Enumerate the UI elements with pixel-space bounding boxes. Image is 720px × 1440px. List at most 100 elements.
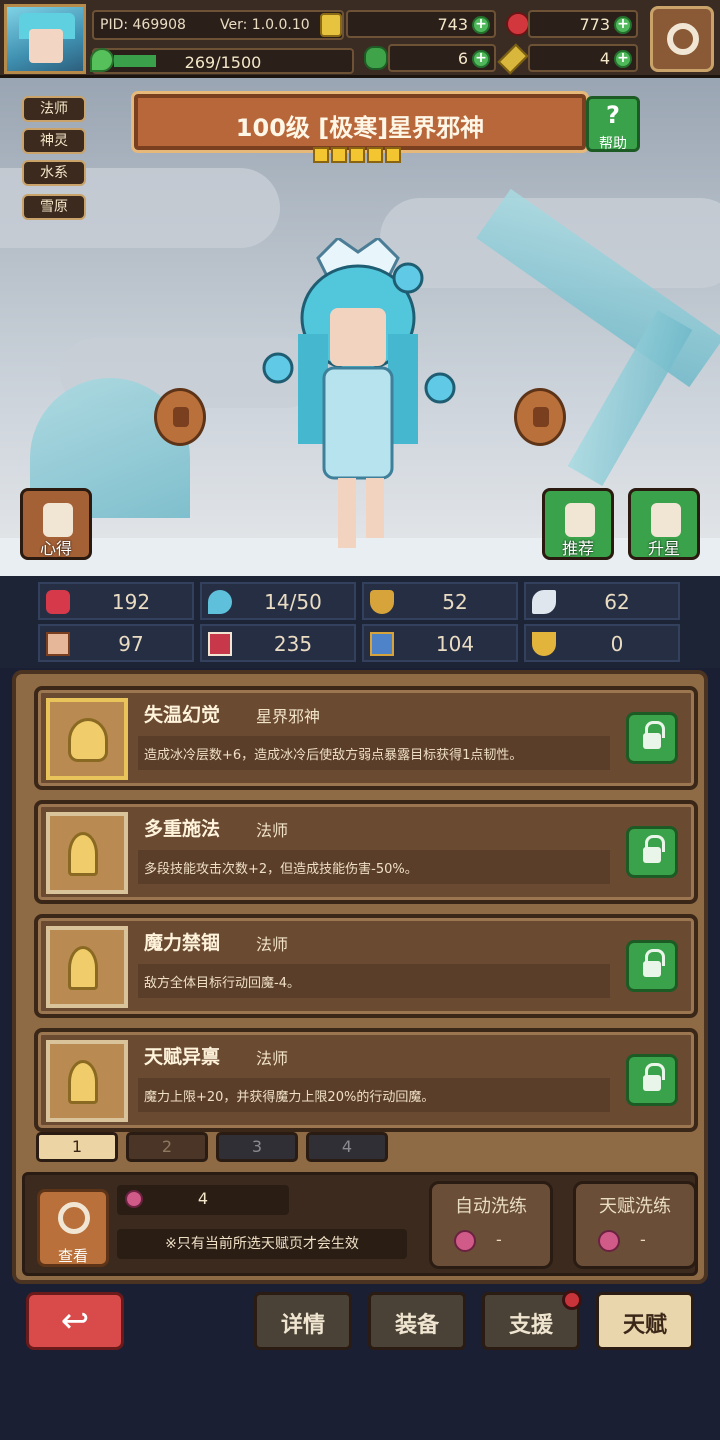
gear-icon [667,23,699,55]
talent-card[interactable]: 失温幻觉 星界邪神 造成冰冷层数+6，造成冰冷后使敌方弱点暴露目标获得1点韧性。 [34,686,698,790]
nav-equipment-button[interactable]: 装备 [368,1292,466,1350]
lock-toggle-button[interactable] [626,712,678,764]
nav-equipment-label: 装备 [394,1313,439,1338]
talent-wash-cost: - [640,1230,646,1249]
player-avatar[interactable] [4,4,86,74]
player-id: PID: 469908 [100,17,186,33]
magnifier-icon [58,1202,90,1234]
star-up-button[interactable]: 升星 [628,488,700,560]
notification-dot [562,1290,582,1310]
nav-talent-button[interactable]: 天赋 [596,1292,694,1350]
stat-hp: 192 [38,582,194,620]
recommend-label: 推荐 [561,539,594,558]
view-button[interactable]: 查看 [37,1189,109,1267]
talent-class: 法师 [256,821,289,840]
key-counter: 4 + [528,44,638,72]
talent-description: 敌方全体目标行动回魔-4。 [138,964,610,998]
auto-wash-button[interactable]: 自动洗练 - [429,1181,553,1269]
settings-button[interactable] [650,6,714,72]
page-tab-2[interactable]: 2 [126,1132,208,1162]
talent-panel: 失温幻觉 星界邪神 造成冰冷层数+6，造成冰冷后使敌方弱点暴露目标获得1点韧性。… [12,670,708,1284]
hero-title-banner: 100级 [极寒]星界邪神 [131,91,589,153]
star-talent-icon [68,718,108,762]
stat-value: 52 [442,590,468,614]
lock-toggle-button[interactable] [626,1054,678,1106]
stat-value: 235 [273,632,313,656]
star-icon [313,147,329,163]
wing-icon [532,590,556,614]
stat-value: 192 [111,590,151,614]
stat-value: 104 [435,632,475,656]
tag-water: 水系 [22,160,86,186]
prev-hero-button[interactable] [154,388,206,446]
stat-value: 0 [610,632,624,656]
back-button[interactable] [26,1292,124,1350]
talent-wash-label: 天赋洗练 [599,1196,671,1217]
lock-toggle-button[interactable] [626,940,678,992]
star-icon [331,147,347,163]
fruit-count: 4 [197,1189,209,1208]
help-label: 帮助 [599,136,627,152]
gem-counter: 773 + [528,10,638,38]
insights-button[interactable]: 心得 [20,488,92,560]
scroll-icon [43,503,73,537]
talent-description: 造成冰冷层数+6，造成冰冷后使敌方弱点暴露目标获得1点韧性。 [138,736,610,770]
page-tab-3[interactable]: 3 [216,1132,298,1162]
auto-wash-label: 自动洗练 [455,1196,527,1217]
talent-card[interactable]: 魔力禁锢 法师 敌方全体目标行动回魔-4。 [34,914,698,1018]
gold-value: 743 [437,15,468,34]
hero-star-rating [313,147,403,167]
recommend-button[interactable]: 推荐 [542,488,614,560]
talent-description: 多段技能攻击次数+2，但造成技能伤害-50%。 [138,850,610,884]
staff-icon [68,946,98,990]
add-gem-button[interactable]: + [614,16,632,34]
talent-class: 法师 [256,1049,289,1068]
lock-toggle-button[interactable] [626,826,678,878]
stat-value: 62 [604,590,630,614]
key-icon [497,43,529,75]
auto-wash-cost: - [496,1230,502,1249]
staff-icon [68,1060,98,1104]
talent-icon [46,812,128,894]
mana-drop-icon [208,590,232,614]
id-version-box: PID: 469908 Ver: 1.0.0.10 [92,10,344,40]
hero-stats: 192 14/50 52 62 97 235 104 0 [0,576,720,668]
thumbs-up-icon [565,503,595,537]
ruby-icon [506,12,530,36]
hero-scene: 法师 神灵 水系 雪原 100级 [极寒]星界邪神 ? 帮助 心得 推荐 升星 [0,78,720,576]
talent-card[interactable]: 多重施法 法师 多段技能攻击次数+2，但造成技能伤害-50%。 [34,800,698,904]
stat-magic: 235 [200,624,356,662]
fruit-counter: 4 [117,1185,289,1215]
active-page-notice: ※只有当前所选天赋页才会生效 [117,1229,407,1259]
talent-card[interactable]: 天赋异禀 法师 魔力上限+20，并获得魔力上限20%的行动回魔。 [34,1028,698,1132]
talent-name: 失温幻觉 [144,704,221,726]
next-hero-button[interactable] [514,388,566,446]
tag-mage: 法师 [22,96,86,122]
talent-wash-button[interactable]: 天赋洗练 - [573,1181,697,1269]
tag-snowfield: 雪原 [22,194,86,220]
fist-icon [46,632,70,656]
talent-class: 法师 [256,935,289,954]
fruit-icon [598,1230,620,1252]
talent-name: 魔力禁锢 [144,932,221,954]
help-button[interactable]: ? 帮助 [586,96,640,152]
fruit-icon [125,1190,143,1208]
add-key-button[interactable]: + [614,50,632,68]
talent-name: 天赋异禀 [144,1046,221,1068]
question-icon: ? [606,101,620,129]
stat-magic-defense: 104 [362,624,518,662]
nav-details-label: 详情 [280,1313,325,1338]
nav-support-label: 支援 [508,1313,553,1338]
insights-label: 心得 [39,539,72,558]
nav-talent-label: 天赋 [622,1313,667,1338]
add-clover-button[interactable]: + [472,50,490,68]
talent-class: 星界邪神 [256,707,321,726]
nav-details-button[interactable]: 详情 [254,1292,352,1350]
tag-deity: 神灵 [22,128,86,154]
page-tab-1[interactable]: 1 [36,1132,118,1162]
add-gold-button[interactable]: + [472,16,490,34]
page-tab-4[interactable]: 4 [306,1132,388,1162]
staff-icon [68,832,98,876]
view-label: 查看 [57,1247,88,1265]
talent-description: 魔力上限+20，并获得魔力上限20%的行动回魔。 [138,1078,610,1112]
